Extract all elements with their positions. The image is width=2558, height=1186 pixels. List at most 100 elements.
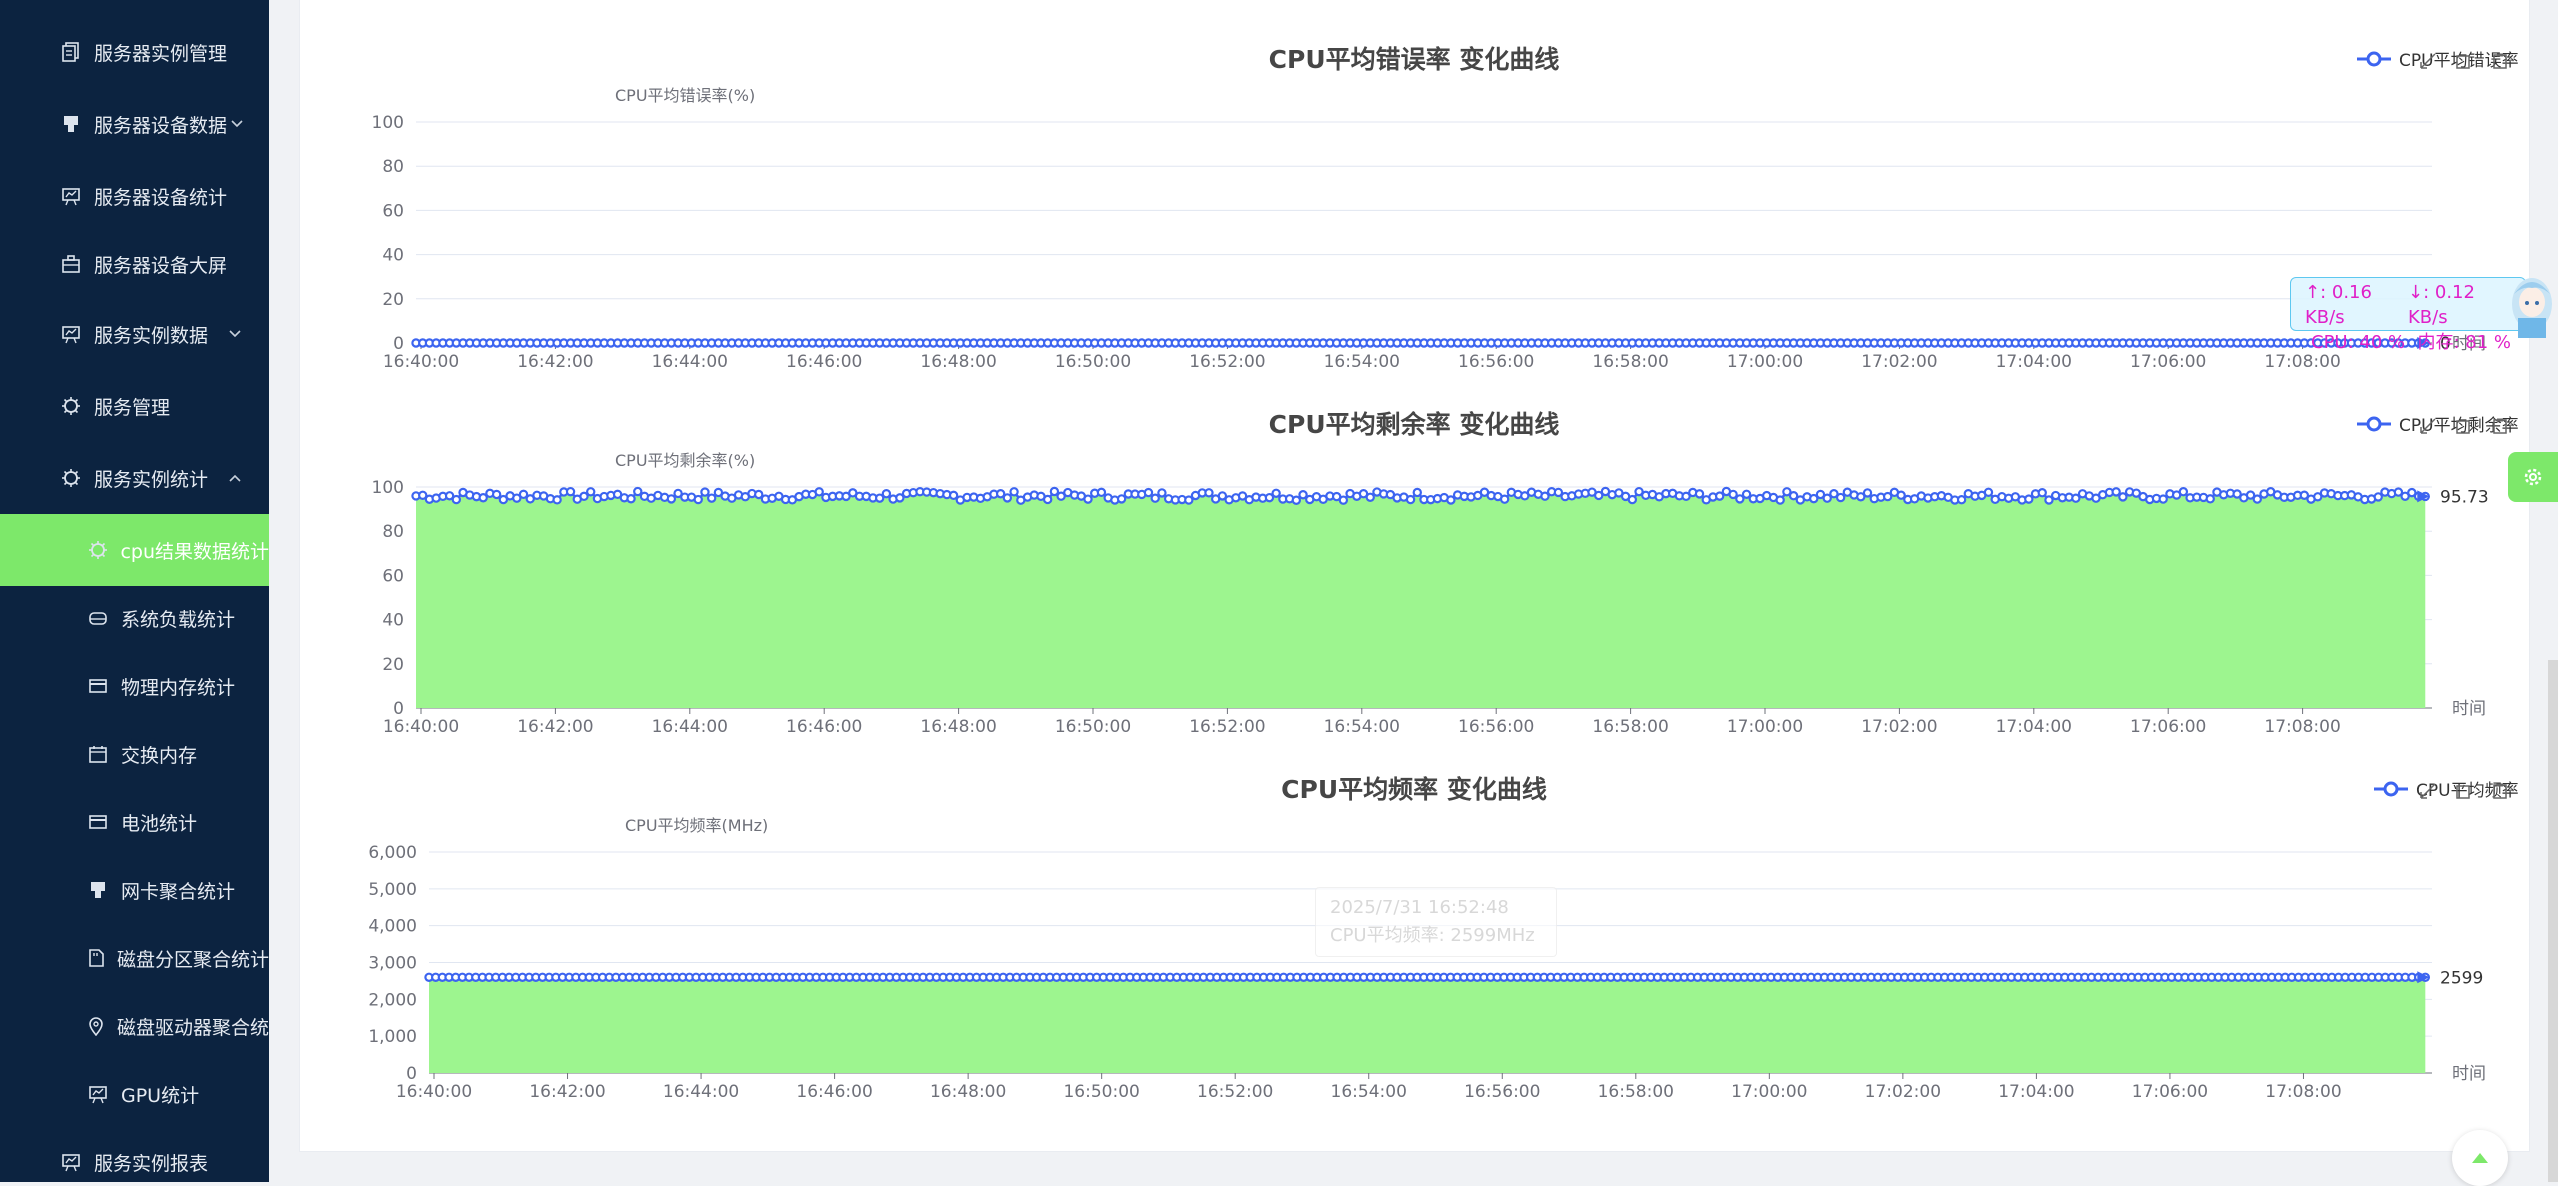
data-point [1157, 488, 1167, 498]
chart-remaining-rate: CPU平均剩余率 变化曲线 CPU平均剩余率 CPU平均剩余率(%) 0 20 40… [269, 365, 2558, 737]
cpu-usage: CPU: 40 % [2311, 332, 2406, 353]
upload-speed: ↑: 0.16 KB/s [2305, 282, 2372, 328]
y-tick-label: 0 [393, 699, 404, 719]
calendar-icon [87, 743, 109, 765]
back-to-top-button[interactable] [2452, 1130, 2508, 1186]
sidebar-item-11[interactable]: 电池统计 [0, 786, 269, 858]
sidebar-item-label: 磁盘分区聚合统计 [117, 948, 269, 971]
data-point [693, 494, 703, 505]
sidebar-item-12[interactable]: 网卡聚合统计 [0, 854, 269, 926]
sidebar-item-10[interactable]: 交换内存 [0, 718, 269, 790]
data-point [1627, 494, 1638, 505]
x-tick-label: 16:48:00 [930, 1082, 1006, 1102]
chart-plot[interactable]: 02040608010016:40:00 16:42:00 16:44:00 16:4… [269, 0, 2558, 380]
chevron-down-icon [230, 115, 244, 133]
sidebar-item-label: 服务管理 [94, 396, 171, 419]
arrow-up-icon [2472, 1153, 2488, 1163]
data-point [2178, 487, 2189, 497]
sidebar-item-7[interactable]: cpu结果数据统计 [0, 514, 269, 586]
network-monitor-widget[interactable]: ↑: 0.16 KB/s ↓: 0.12 KB/s CPU: 40 % 内存: 81… [2290, 277, 2526, 353]
chart-tooltip: 2025/7/31 16:52:48 CPU平均频率: 2599MHz [1315, 887, 1557, 957]
sidebar-item-label: 服务实例数据 [94, 324, 209, 347]
anime-avatar-icon[interactable] [2506, 274, 2558, 338]
sidebar-item-label: 服务实例统计 [94, 468, 209, 491]
data-point [586, 487, 596, 497]
sidebar-item-label: 服务器设备大屏 [94, 254, 228, 277]
y-tick-label: 6,000 [368, 843, 417, 863]
sidebar-item-3[interactable]: 服务器设备大屏 [0, 228, 269, 300]
presentation-icon [87, 1083, 109, 1105]
y-tick-label: 4,000 [368, 917, 417, 937]
data-point [1446, 495, 1456, 505]
y-tick-label: 40 [382, 246, 404, 266]
data-point [2205, 494, 2215, 504]
tooltip-value: CPU平均频率: 2599MHz [1330, 925, 1535, 946]
sidebar-item-label: 网卡聚合统计 [121, 880, 236, 903]
presentation-icon [60, 1151, 82, 1173]
data-point [2024, 494, 2034, 504]
sidebar-item-8[interactable]: 系统负载统计 [0, 582, 269, 654]
data-point [1298, 490, 1308, 500]
data-point [948, 490, 959, 501]
x-tick-label: 16:58:00 [1598, 1082, 1674, 1102]
sidebar-item-0[interactable]: 服务器实例管理 [0, 16, 269, 88]
data-point [666, 494, 677, 504]
y-tick-label: 20 [382, 290, 404, 310]
x-tick-label: 17:08:00 [2265, 1082, 2341, 1102]
y-tick-label: 1,000 [368, 1027, 417, 1047]
series-area [416, 491, 2426, 708]
data-point [1096, 487, 1107, 498]
y-tick-label: 2,000 [368, 990, 417, 1010]
x-tick-label: 17:04:00 [1998, 1082, 2074, 1102]
data-point [1002, 493, 1013, 503]
sidebar-item-13[interactable]: 磁盘分区聚合统计 [0, 922, 269, 994]
x-tick-label: 17:00:00 [1731, 1082, 1807, 1102]
y-tick-label: 0 [406, 1064, 417, 1084]
sidebar-item-label: 电池统计 [121, 812, 198, 835]
data-point [565, 486, 576, 497]
document-icon [60, 41, 82, 63]
settings-button[interactable] [2508, 452, 2558, 502]
hard-drive-icon [87, 607, 109, 629]
data-point [700, 487, 710, 497]
data-point [1271, 488, 1281, 498]
data-point [1116, 494, 1127, 504]
y-tick-label: 3,000 [368, 954, 417, 974]
cpu-icon [60, 467, 82, 489]
data-point [626, 494, 636, 504]
scrollbar[interactable] [2548, 660, 2558, 1182]
y-tick-label: 40 [382, 611, 404, 631]
sidebar-item-9[interactable]: 物理内存统计 [0, 650, 269, 722]
sidebar-item-14[interactable]: 磁盘驱动器聚合统计 [0, 990, 269, 1062]
data-point [2158, 494, 2168, 504]
download-speed: ↓: 0.12 KB/s [2408, 282, 2475, 328]
y-tick-label: 0 [393, 334, 404, 354]
x-tick-label: 16:40:00 [396, 1082, 472, 1102]
main-content: CPU平均错误率 变化曲线 CPU平均错误率 CPU平均错误率(%) 0 20 40… [269, 0, 2558, 1182]
sidebar-item-2[interactable]: 服务器设备统计 [0, 160, 269, 232]
sidebar-item-15[interactable]: GPU统计 [0, 1058, 269, 1130]
gear-icon [2524, 468, 2542, 486]
chart-plot[interactable]: 02040608010016:40:00 16:42:00 16:44:00 16:4… [269, 365, 2558, 745]
sidebar-item-1[interactable]: 服务器设备数据 [0, 88, 269, 160]
sidebar-item-16[interactable]: 服务实例报表 [0, 1126, 269, 1182]
end-value-label: 95.73 [2440, 487, 2489, 507]
y-tick-label: 100 [372, 113, 404, 133]
data-point [633, 486, 643, 497]
x-axis-label: 时间 [2452, 1064, 2486, 1084]
data-point [1405, 494, 1416, 505]
chevron-down-icon [228, 325, 242, 343]
y-tick-label: 60 [382, 201, 404, 221]
data-point [2118, 492, 2128, 502]
sidebar-item-label: GPU统计 [121, 1084, 200, 1107]
data-point [1049, 486, 1060, 497]
data-point [1338, 495, 1349, 505]
data-point [1983, 487, 1994, 498]
sidebar-item-6[interactable]: 服务实例统计 [0, 442, 269, 514]
sidebar-item-5[interactable]: 服务管理 [0, 370, 269, 442]
data-point [1083, 494, 1093, 504]
chart-frequency: CPU平均频率 变化曲线 CPU平均频率 CPU平均频率(MHz) 0 1,000… [269, 730, 2558, 1102]
data-point [1365, 492, 1375, 502]
sidebar-item-4[interactable]: 服务实例数据 [0, 298, 269, 370]
data-point [2252, 494, 2262, 504]
